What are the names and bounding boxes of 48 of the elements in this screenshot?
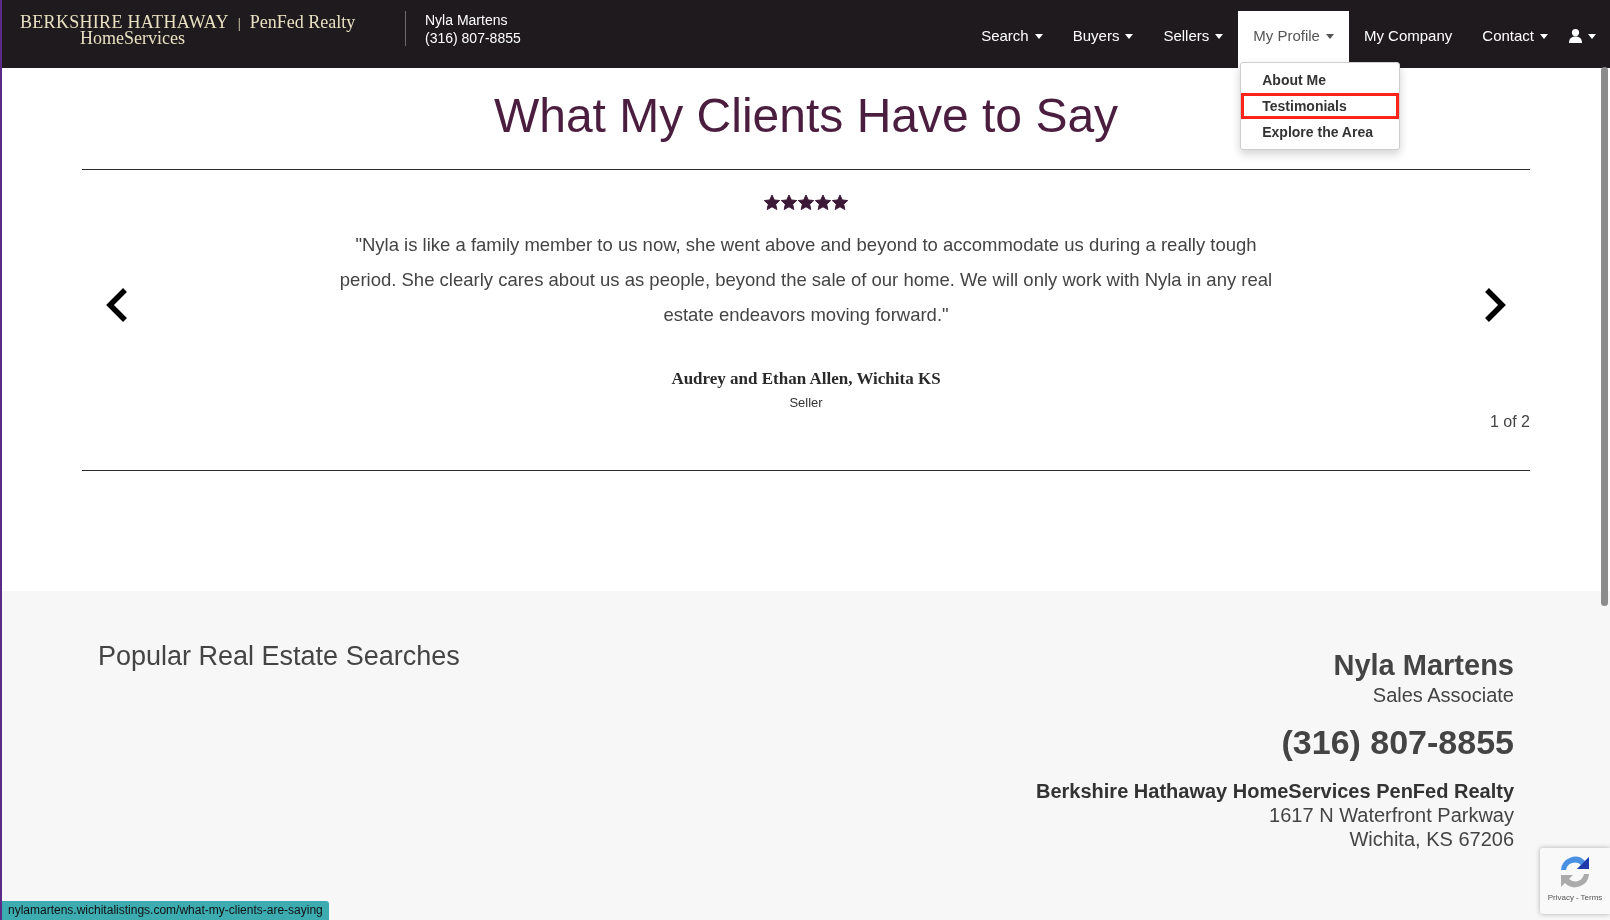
testimonial-author: Audrey and Ethan Allen, Wichita KS (671, 368, 941, 390)
agent-title: Sales Associate (1372, 683, 1514, 708)
agent-name: Nyla Martens (1333, 648, 1514, 682)
next-button[interactable] (1483, 287, 1507, 323)
company-name: Berkshire Hathaway HomeServices PenFed Realty (1036, 779, 1514, 803)
nav-link[interactable]: My Company (1348, 11, 1468, 68)
brand-separator: | (237, 14, 241, 33)
caret-icon (1588, 33, 1596, 39)
section-heading: Popular Real Estate Searches (98, 640, 460, 673)
chevron-right-icon (1483, 287, 1507, 323)
caret-icon (1325, 33, 1334, 39)
agent-phone: (316) 807-8855 (425, 29, 521, 47)
previous-button[interactable] (105, 287, 129, 323)
nav-menu-button[interactable]: Sellers (1148, 11, 1239, 68)
status-url: nylamartens.wichitalistings.com/what-my-clients-are-saying (8, 903, 323, 918)
link-separator: - (1575, 893, 1579, 903)
brand-subtitle: HomeServices (80, 29, 185, 47)
scrollbar-thumb[interactable] (1601, 67, 1608, 606)
menu-item[interactable]: Testimonials (1241, 93, 1400, 119)
star-icon (815, 195, 831, 210)
star-icon (798, 195, 814, 210)
menu-item[interactable]: Explore the Area (1241, 119, 1400, 145)
caret-icon (1540, 33, 1548, 39)
address-line: Wichita, KS 67206 (1349, 827, 1514, 851)
privacy-link[interactable]: Privacy (1547, 893, 1574, 903)
brand-office: PenFed Realty (249, 12, 356, 32)
agent-name: Nyla Martens (425, 11, 508, 29)
menu-item[interactable]: About Me (1241, 67, 1400, 93)
brand-name: BERKSHIRE HATHAWAY (20, 12, 229, 32)
caret-icon (1125, 33, 1134, 39)
testimonial-quote: "Nyla is like a family member to us now, she went above and beyond to accommodate us during a really tough period. She clearly cares about us as people, beyond the sale of our home. We will only work with Nyla in any real estate endeavors moving forward." (338, 233, 1274, 327)
slide-counter: 1 of 2 (1489, 412, 1530, 432)
star-icon (832, 195, 848, 210)
nav-menu-button[interactable]: Buyers (1057, 11, 1149, 68)
terms-link[interactable]: Terms (1580, 893, 1603, 903)
testimonial-role: Seller (789, 394, 823, 412)
agent-phone: (316) 807-8855 (1281, 722, 1514, 762)
caret-icon (1034, 33, 1043, 39)
star-icon (781, 195, 797, 210)
address-line: 1617 N Waterfront Parkway (1269, 803, 1514, 827)
nav-menu-button[interactable]: Contact (1467, 11, 1563, 68)
user-icon (1569, 29, 1582, 43)
page-title: What My Clients Have to Say (493, 88, 1119, 144)
caret-icon (1215, 33, 1224, 39)
nav-menu-button[interactable]: Search (966, 11, 1058, 68)
nav-menu-button[interactable]: My Profile (1238, 11, 1349, 68)
chevron-left-icon (105, 287, 129, 323)
star-icon (764, 195, 780, 210)
